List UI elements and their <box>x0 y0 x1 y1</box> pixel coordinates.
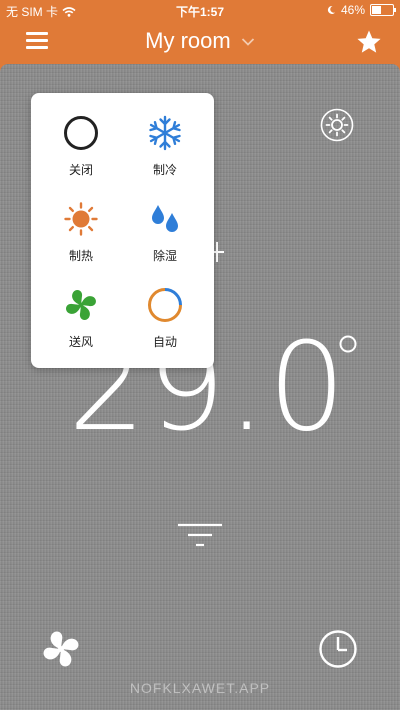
sun-icon <box>64 202 98 236</box>
page-title: My room <box>145 28 231 53</box>
battery-icon <box>370 4 396 16</box>
mode-fan-item[interactable]: 送风 <box>41 287 121 350</box>
status-bar: 无 SIM 卡 下午1:57 46% <box>0 0 400 20</box>
mode-label: 关闭 <box>68 163 93 177</box>
mode-label: 制冷 <box>152 163 177 177</box>
room-selector[interactable]: My room <box>0 28 400 54</box>
nav-bar: My room <box>0 20 400 64</box>
auto-ring-icon <box>148 288 182 322</box>
brightness-icon[interactable] <box>320 108 354 142</box>
chevron-down-icon <box>241 38 254 46</box>
mode-heat-item[interactable]: 制热 <box>41 201 121 264</box>
star-icon[interactable] <box>356 29 382 55</box>
fan-icon[interactable] <box>40 628 82 670</box>
wind-speed-icon[interactable] <box>176 521 224 551</box>
clock-icon[interactable] <box>318 629 358 669</box>
mode-menu: 关闭 制冷 制热 除湿 送风 自动 <box>31 93 214 368</box>
mode-label: 自动 <box>152 335 177 349</box>
mode-auto-item[interactable]: 自动 <box>125 287 205 350</box>
mode-cool-item[interactable]: 制冷 <box>125 115 205 178</box>
moon-icon <box>327 5 335 14</box>
power-off-icon <box>64 116 98 150</box>
mode-label: 送风 <box>68 335 93 349</box>
watermark: NOFKLXAWET.APP <box>129 680 271 696</box>
mode-label: 制热 <box>68 249 93 263</box>
mode-label: 除湿 <box>152 249 177 263</box>
fan-icon <box>66 290 96 320</box>
water-drops-icon <box>152 205 178 232</box>
mode-off-item[interactable]: 关闭 <box>41 115 121 178</box>
snowflake-icon <box>149 115 181 151</box>
degree-symbol <box>339 335 357 353</box>
battery-percent: 46% <box>340 3 365 17</box>
mode-dry-item[interactable]: 除湿 <box>125 201 205 264</box>
